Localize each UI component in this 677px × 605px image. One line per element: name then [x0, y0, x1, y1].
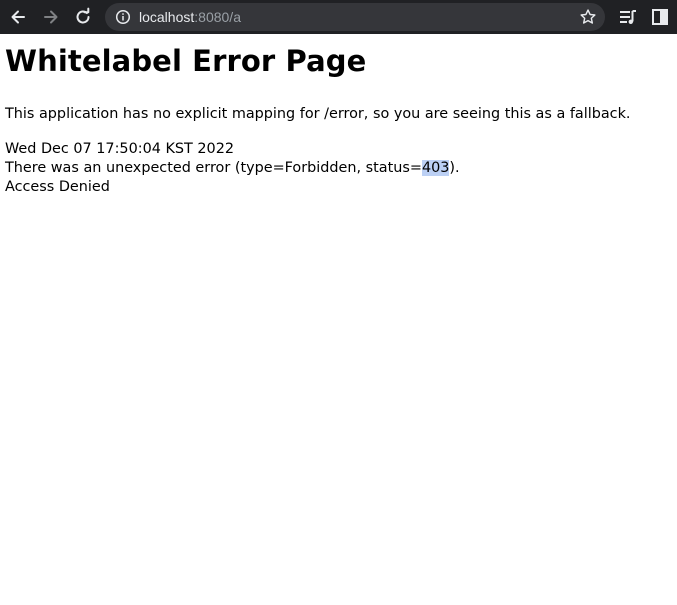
url-text[interactable]: localhost:8080/a: [139, 9, 241, 25]
side-panel-icon: [652, 9, 668, 25]
selected-status-code: 403: [421, 160, 450, 176]
arrow-left-icon: [11, 10, 25, 24]
error-timestamp: Wed Dec 07 17:50:04 KST 2022: [5, 141, 235, 157]
error-message: Access Denied: [5, 179, 110, 195]
browser-toolbar: localhost:8080/a: [0, 0, 677, 34]
reload-button[interactable]: [71, 5, 95, 29]
url-host: localhost: [139, 9, 195, 25]
address-bar[interactable]: localhost:8080/a: [105, 3, 605, 31]
fallback-description: This application has no explicit mapping…: [5, 106, 631, 122]
reading-list-button[interactable]: [616, 5, 640, 29]
back-button[interactable]: [6, 5, 30, 29]
error-details: Wed Dec 07 17:50:04 KST 2022 There was a…: [5, 140, 670, 197]
info-icon[interactable]: [115, 9, 131, 25]
error-prefix: There was an unexpected error (type=Forb…: [5, 160, 422, 176]
url-path: :8080/a: [194, 9, 241, 25]
error-line: There was an unexpected error (type=Forb…: [5, 159, 670, 178]
page-content: Whitelabel Error Page This application h…: [5, 34, 670, 197]
reload-icon: [76, 7, 90, 24]
error-suffix: ).: [449, 160, 460, 176]
side-panel-button[interactable]: [648, 5, 672, 29]
star-icon[interactable]: [579, 8, 597, 26]
page-title: Whitelabel Error Page: [5, 44, 367, 78]
arrow-right-icon: [44, 10, 58, 24]
forward-button[interactable]: [39, 5, 63, 29]
reading-list-icon: [620, 10, 636, 24]
